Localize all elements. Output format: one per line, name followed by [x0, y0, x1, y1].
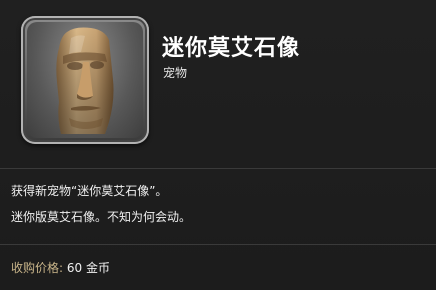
divider — [0, 244, 436, 245]
item-category: 宠物 — [163, 66, 188, 80]
sell-price-label: 收购价格: — [11, 261, 64, 275]
tooltip-header: 迷你莫艾石像 宠物 — [0, 0, 436, 162]
sell-price: 收购价格: 60 金币 — [11, 259, 110, 276]
item-icon-frame[interactable] — [21, 16, 149, 144]
divider — [0, 168, 436, 169]
item-tooltip: 迷你莫艾石像 宠物 获得新宠物“迷你莫艾石像”。 迷你版莫艾石像。不知为何会动。… — [0, 0, 436, 290]
description-line-1: 获得新宠物“迷你莫艾石像”。 — [11, 184, 168, 198]
description-line-2: 迷你版莫艾石像。不知为何会动。 — [11, 210, 192, 224]
moai-statue-icon — [27, 22, 143, 138]
sell-price-value: 60 金币 — [66, 261, 110, 275]
item-name: 迷你莫艾石像 — [162, 36, 301, 61]
